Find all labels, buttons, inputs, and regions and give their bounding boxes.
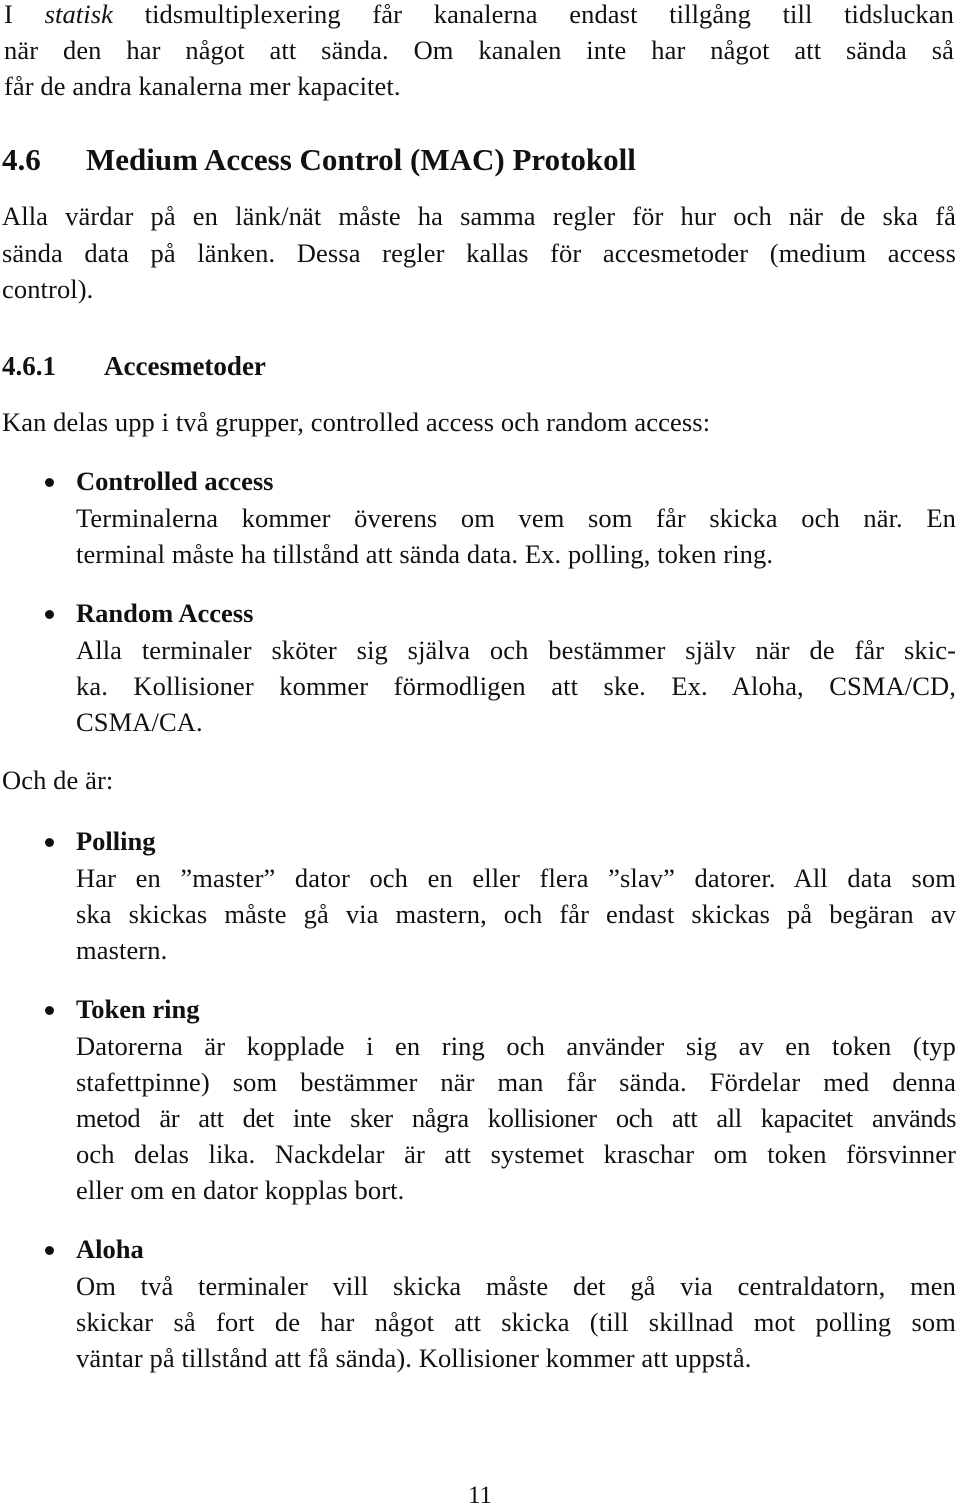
intro-line-3: får de andra kanalerna mer kapacitet. <box>4 71 401 101</box>
item-title: Aloha <box>76 1234 144 1264</box>
item-line: och delas lika. Nackdelar är att systeme… <box>76 1139 956 1169</box>
section-line-1: Alla värdar på en länk/nät måste ha samm… <box>2 201 956 231</box>
bullet-icon <box>45 1006 54 1015</box>
intro-prefix: I <box>4 0 45 29</box>
subsection-heading: 4.6.1 Accesmetoder <box>2 348 266 384</box>
section-line-2: sända data på länken. Dessa regler kalla… <box>2 238 956 268</box>
methods-lead: Och de är: <box>2 765 114 795</box>
item-line: Om två terminaler vill skicka måste det … <box>76 1271 956 1301</box>
item-line: ska skickas måste gå via mastern, och få… <box>76 899 956 929</box>
item-line: metod är att det inte sker några kollisi… <box>76 1103 956 1133</box>
item-line: terminal måste ha tillstånd att sända da… <box>76 539 774 569</box>
item-line: skickar så fort de har något att skicka … <box>76 1307 956 1337</box>
item-title: Token ring <box>76 994 200 1024</box>
section-line-3: control). <box>2 274 94 304</box>
section-heading: 4.6 Medium Access Control (MAC) Protokoll <box>2 140 636 180</box>
item-title: Random Access <box>76 598 254 628</box>
item-title: Controlled access <box>76 466 274 496</box>
item-line: eller om en dator kopplas bort. <box>76 1175 405 1205</box>
subsection-lead: Kan delas upp i två grupper, controlled … <box>2 407 711 437</box>
intro-rest: tidsmultiplexering får kanalerna endast … <box>113 0 954 29</box>
item-line: ka. Kollisioner kommer förmodligen att s… <box>76 671 956 701</box>
document-page: I statisk tidsmultiplexering får kanaler… <box>0 0 960 1511</box>
item-line: Terminalerna kommer överens om vem som f… <box>76 503 956 533</box>
intro-line-2: när den har något att sända. Om kanalen … <box>4 35 954 65</box>
bullet-icon <box>45 478 54 487</box>
item-title: Polling <box>76 826 156 856</box>
bullet-icon <box>45 610 54 619</box>
bullet-icon <box>45 838 54 847</box>
page-number: 11 <box>467 1482 493 1509</box>
item-line: Har en ”master” dator och en eller flera… <box>76 863 956 893</box>
item-line: Datorerna är kopplade i en ring och anvä… <box>76 1031 956 1061</box>
item-line: mastern. <box>76 935 168 965</box>
item-line: stafettpinne) som bestämmer när man får … <box>76 1067 956 1097</box>
intro-emphasis: statisk <box>44 0 113 29</box>
section-title: Medium Access Control (MAC) Protokoll <box>86 142 636 177</box>
item-line: CSMA/CA. <box>76 707 203 737</box>
subsection-title: Accesmetoder <box>104 351 266 381</box>
item-line: Alla terminaler sköter sig själva och be… <box>76 635 956 665</box>
section-number: 4.6 <box>2 142 41 177</box>
item-line: väntar på tillstånd att få sända). Kolli… <box>76 1343 752 1373</box>
bullet-icon <box>45 1246 54 1255</box>
subsection-number: 4.6.1 <box>2 351 56 381</box>
intro-line-1: I statisk tidsmultiplexering får kanaler… <box>4 0 954 32</box>
